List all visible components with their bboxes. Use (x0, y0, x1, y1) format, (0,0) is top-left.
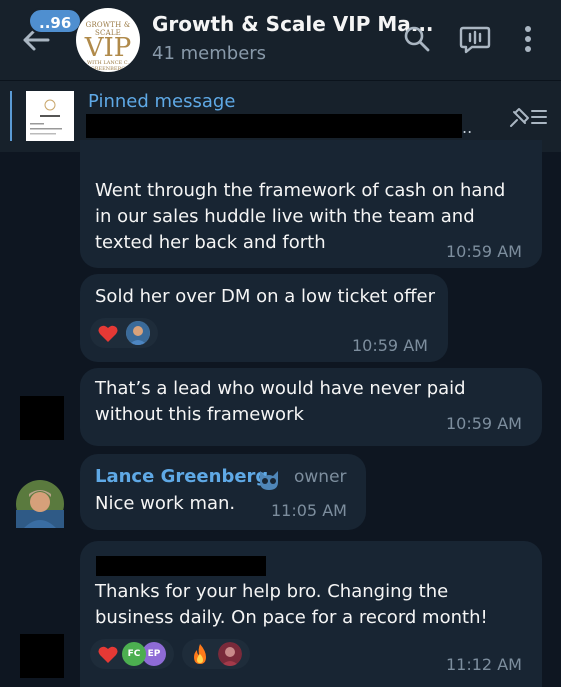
message-bubble[interactable]: Thanks for your help bro. Changing the b… (80, 541, 542, 687)
heart-icon (98, 325, 118, 342)
reaction-fire[interactable] (182, 639, 250, 669)
sender-avatar-redacted (20, 634, 64, 678)
pinned-thumbnail (26, 91, 74, 141)
owner-badge-icon (260, 471, 278, 490)
member-count[interactable]: 41 members (152, 43, 266, 64)
pinned-list-icon[interactable] (506, 103, 550, 131)
message-time: 11:05 AM (271, 501, 347, 520)
pinned-preview-ellipsis: .. (462, 118, 473, 137)
message-text: Went through the framework of cash on ha… (95, 180, 506, 253)
pinned-indicator-bar (10, 91, 12, 141)
message-time: 10:59 AM (446, 242, 522, 261)
reaction-heart[interactable] (90, 318, 158, 348)
message-time: 10:59 AM (352, 336, 428, 355)
chat-title[interactable]: Growth & Scale VIP Ma... (152, 12, 434, 36)
message-time: 11:12 AM (446, 655, 522, 674)
message-bubble[interactable]: That’s a lead who would have never paid … (80, 368, 542, 446)
sender-avatar[interactable] (16, 480, 64, 528)
sender-avatar-redacted (20, 396, 64, 440)
message-bubble[interactable]: Sold her over DM on a low ticket offer 1… (80, 274, 448, 362)
message-time: 10:59 AM (446, 414, 522, 433)
message-text: That’s a lead who would have never paid … (95, 378, 466, 425)
group-avatar[interactable]: GROWTH & SCALE VIP WITH LANCE C. GREENBE… (76, 8, 140, 72)
pinned-label: Pinned message (88, 91, 236, 112)
reactor-avatar-fc: FC (122, 642, 146, 666)
message-text: Nice work man. (95, 493, 236, 514)
pinned-preview-redacted (86, 114, 462, 138)
message-text: Sold her over DM on a low ticket offer (95, 286, 435, 307)
unread-badge[interactable]: ..96 (28, 8, 83, 34)
message-bubble[interactable]: Went through the framework of cash on ha… (80, 140, 542, 268)
voice-chat-icon[interactable] (458, 24, 492, 56)
reaction-heart[interactable]: FC EP (90, 639, 174, 669)
sender-name[interactable]: Lance Greenberg (95, 466, 268, 487)
chat-header: ..96 GROWTH & SCALE VIP WITH LANCE C. GR… (0, 0, 561, 80)
reactor-avatar (218, 642, 242, 666)
sender-name-redacted (96, 556, 266, 576)
sender-role: owner (294, 467, 347, 487)
more-options-icon[interactable] (518, 24, 538, 56)
avatar-text-main: VIP (84, 33, 132, 63)
search-icon[interactable] (402, 24, 432, 54)
reactor-avatar (126, 321, 150, 345)
message-text: Thanks for your help bro. Changing the b… (95, 581, 488, 628)
heart-icon (98, 646, 118, 663)
fire-icon (194, 644, 206, 664)
message-bubble[interactable]: Lance Greenberg owner Nice work man. 11:… (80, 454, 366, 530)
